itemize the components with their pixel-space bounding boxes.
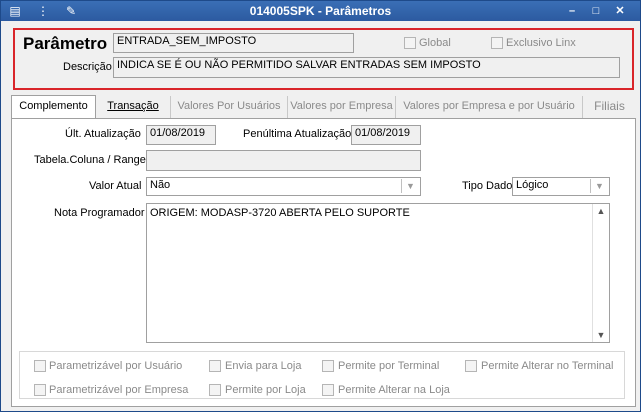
- ult-atualizacao-field[interactable]: 01/08/2019: [146, 125, 216, 145]
- tipo-dado-label: Tipo Dado: [462, 180, 513, 192]
- tab-valores-empresa-usuario[interactable]: Valores por Empresa e por Usuário: [396, 96, 583, 118]
- chevron-down-icon[interactable]: ▼: [401, 179, 419, 193]
- window-title: 014005SPK - Parâmetros: [249, 4, 392, 18]
- parametrizavel-usuario-label: Parametrizável por Usuário: [49, 360, 183, 372]
- param-label: Parâmetro: [23, 34, 108, 53]
- memo-scrollbar[interactable]: ▲ ▼: [592, 204, 609, 342]
- close-button[interactable]: ✕: [612, 3, 628, 19]
- maximize-button[interactable]: □: [588, 3, 604, 19]
- exclusivo-linx-label: Exclusivo Linx: [506, 37, 576, 49]
- permite-loja-label: Permite por Loja: [225, 384, 306, 396]
- tipo-dado-select[interactable]: Lógico ▼: [512, 177, 610, 196]
- global-label: Global: [419, 37, 451, 49]
- global-checkbox[interactable]: [404, 37, 416, 49]
- param-name-field[interactable]: ENTRADA_SEM_IMPOSTO: [113, 33, 354, 53]
- nota-programador-memo[interactable]: ORIGEM: MODASP-3720 ABERTA PELO SUPORTE …: [146, 203, 610, 343]
- permite-alterar-loja-label: Permite Alterar na Loja: [338, 384, 450, 396]
- nota-programador-text: ORIGEM: MODASP-3720 ABERTA PELO SUPORTE: [150, 207, 410, 219]
- parametrizavel-empresa-label: Parametrizável por Empresa: [49, 384, 189, 396]
- tab-valores-empresa[interactable]: Valores por Empresa: [288, 96, 396, 118]
- tab-valores-usuarios[interactable]: Valores Por Usuários: [171, 96, 288, 118]
- parametros-window: ▤ ⋮ ✎ 014005SPK - Parâmetros – □ ✕ Parâm…: [0, 0, 641, 412]
- tab-complemento[interactable]: Complemento: [11, 95, 96, 119]
- tipo-dado-value: Lógico: [516, 179, 549, 191]
- tab-bar: Complemento Transação Valores Por Usuári…: [11, 95, 636, 119]
- ult-atualizacao-label: Últ. Atualização: [65, 128, 141, 140]
- exclusivo-linx-checkbox[interactable]: [491, 37, 503, 49]
- valor-atual-select[interactable]: Não ▼: [146, 177, 421, 196]
- scroll-up-icon[interactable]: ▲: [593, 206, 609, 216]
- envia-loja-checkbox[interactable]: [209, 360, 221, 372]
- descricao-label: Descrição: [63, 61, 112, 73]
- valor-atual-label: Valor Atual: [89, 180, 142, 192]
- permite-terminal-checkbox[interactable]: [322, 360, 334, 372]
- nota-programador-label: Nota Programador: [54, 207, 145, 219]
- permite-loja-checkbox[interactable]: [209, 384, 221, 396]
- envia-loja-label: Envia para Loja: [225, 360, 302, 372]
- tab-filiais[interactable]: Filiais: [583, 96, 636, 118]
- permite-terminal-label: Permite por Terminal: [338, 360, 440, 372]
- penultima-atualizacao-label: Penúltima Atualização: [243, 128, 352, 140]
- permite-alterar-terminal-label: Permite Alterar no Terminal: [481, 360, 614, 372]
- descricao-field[interactable]: INDICA SE É OU NÃO PERMITIDO SALVAR ENTR…: [113, 57, 620, 78]
- minimize-button[interactable]: –: [564, 3, 580, 19]
- scroll-down-icon[interactable]: ▼: [593, 330, 609, 340]
- tabela-coluna-label: Tabela.Coluna / Range: [34, 154, 146, 166]
- tab-transacao[interactable]: Transação: [96, 96, 171, 118]
- permite-alterar-loja-checkbox[interactable]: [322, 384, 334, 396]
- parametrizavel-empresa-checkbox[interactable]: [34, 384, 46, 396]
- parametrizavel-usuario-checkbox[interactable]: [34, 360, 46, 372]
- chevron-down-icon[interactable]: ▼: [590, 179, 608, 193]
- title-bar: ▤ ⋮ ✎ 014005SPK - Parâmetros – □ ✕: [1, 1, 640, 21]
- valor-atual-value: Não: [150, 179, 171, 191]
- penultima-atualizacao-field[interactable]: 01/08/2019: [351, 125, 421, 145]
- tabela-coluna-field[interactable]: [146, 150, 421, 171]
- permite-alterar-terminal-checkbox[interactable]: [465, 360, 477, 372]
